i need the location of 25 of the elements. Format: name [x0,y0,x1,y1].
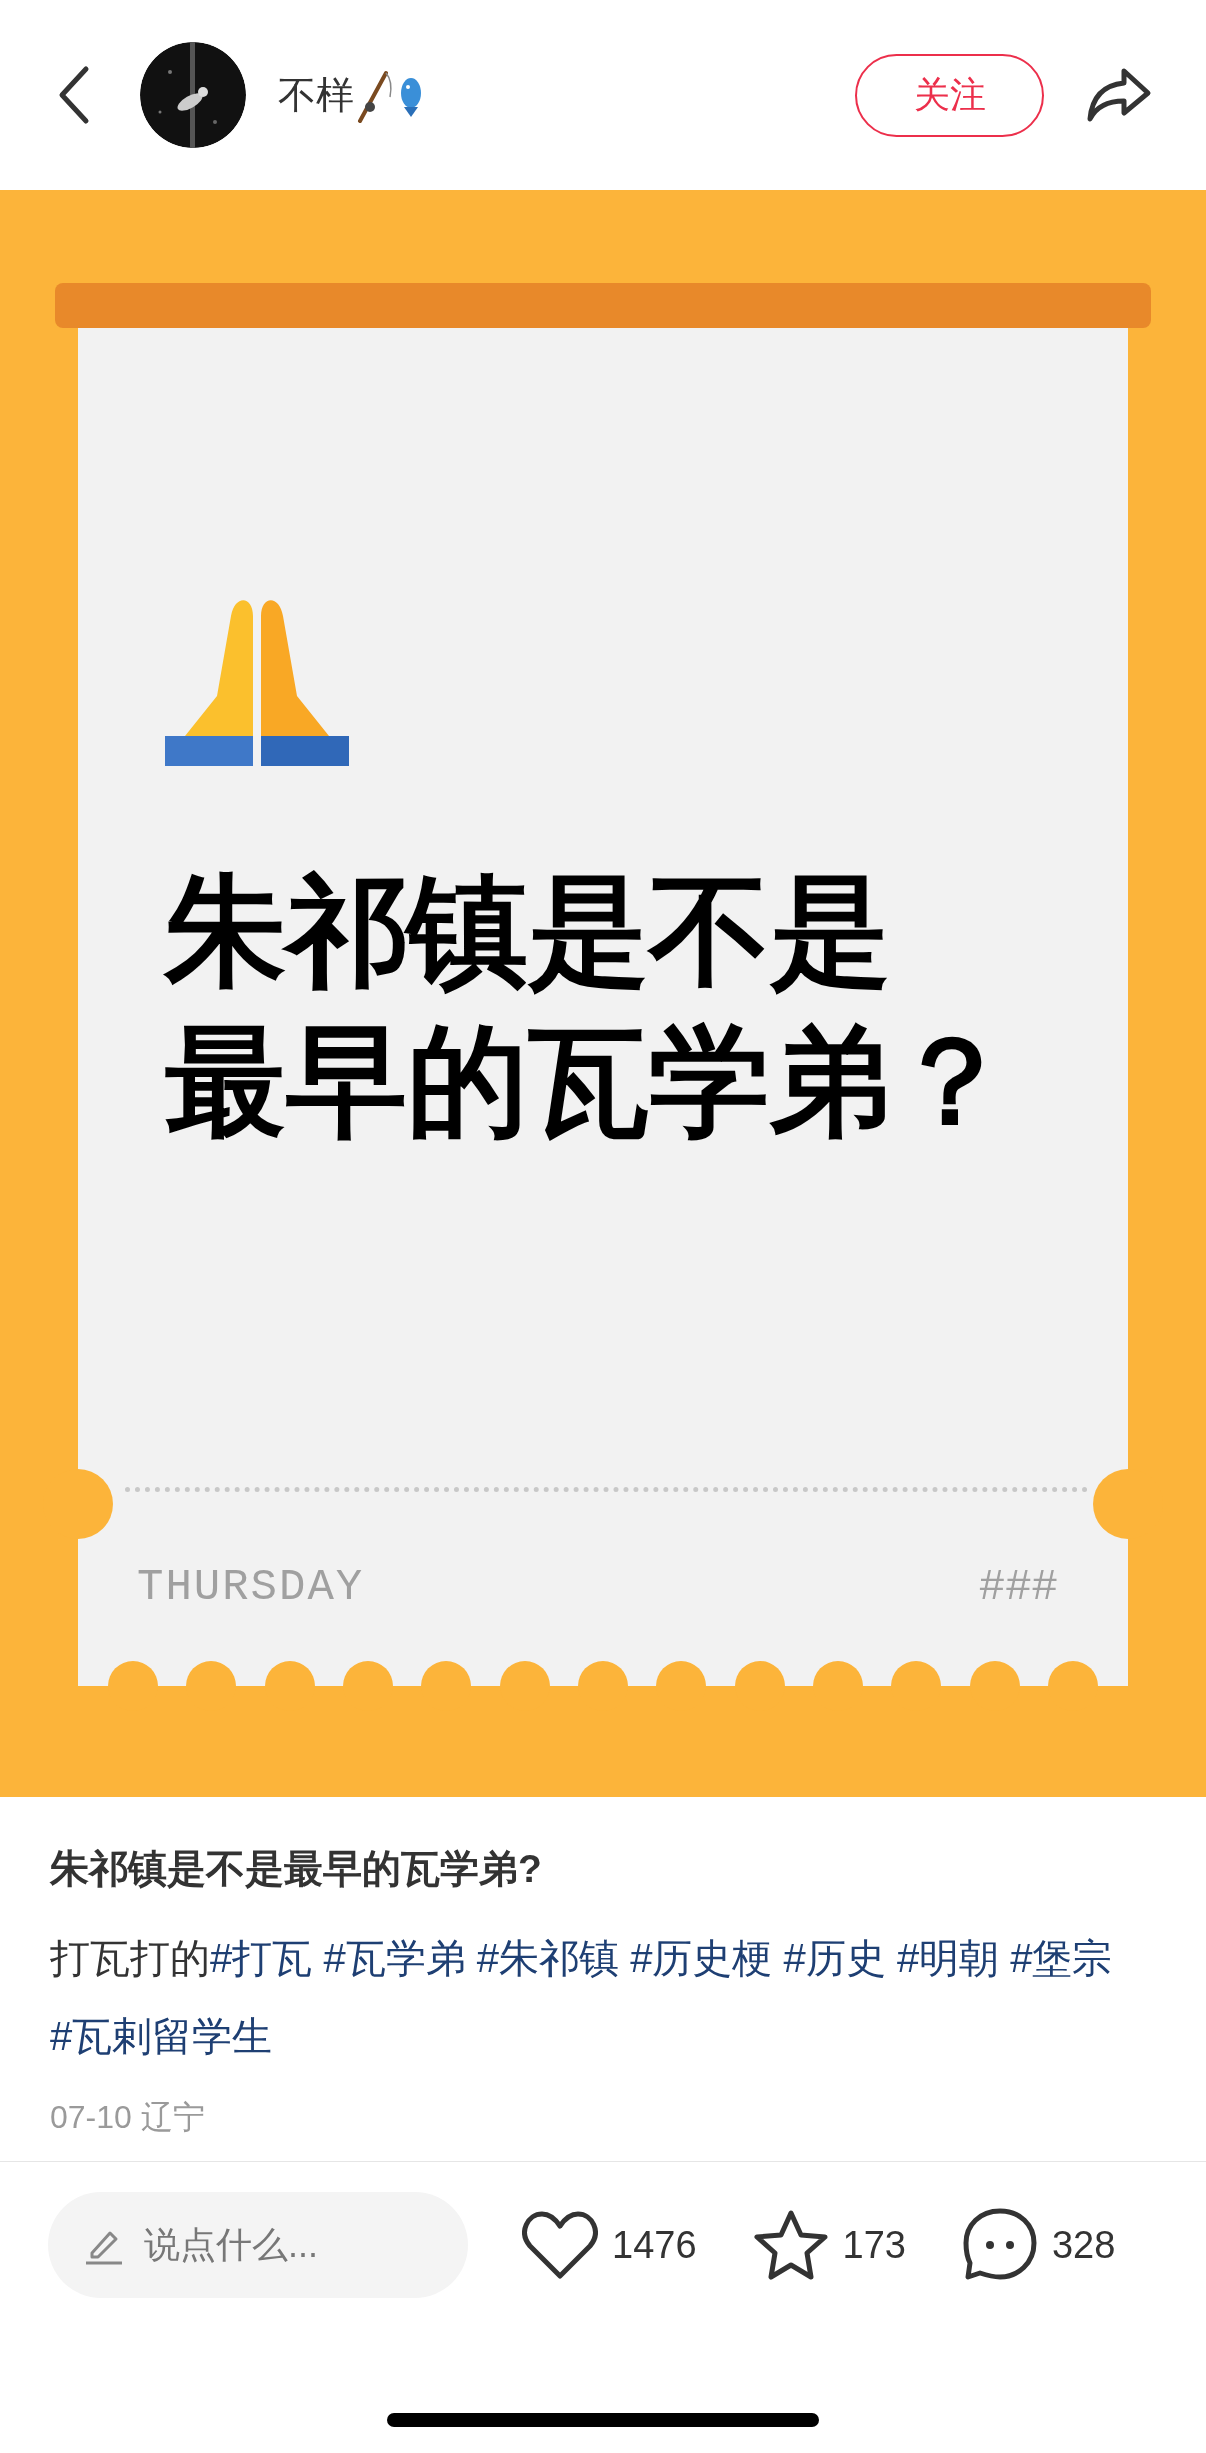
comment-button[interactable]: 328 [961,2207,1116,2283]
comment-placeholder: 说点什么... [144,2223,318,2267]
hashtag-link[interactable]: #瓦剌留学生 [50,2014,273,2058]
username[interactable]: 不样 [278,66,354,124]
hashtag-link[interactable]: #朱祁镇 [476,1936,619,1980]
weekday-label: THURSDAY [137,1561,365,1614]
hashtag-link[interactable]: #历史梗 [630,1936,773,1980]
post-description: 打瓦打的#打瓦 #瓦学弟 #朱祁镇 #历史梗 #历史 #明朝 #堡宗 #瓦剌留学生 [50,1935,1114,2060]
share-icon [1086,67,1152,123]
favorite-button[interactable]: 173 [752,2209,906,2281]
hashtag-link[interactable]: #堡宗 [1010,1936,1113,1980]
hash-marks: ### [978,1561,1058,1614]
headline: 朱祁镇是不是 最早的瓦学弟？ [165,862,1013,1151]
like-button[interactable]: 1476 [522,2210,697,2280]
follow-button[interactable]: 关注 [855,53,1044,137]
hashtag-link[interactable]: #打瓦 [210,1936,313,1980]
post-image[interactable]: 朱祁镇是不是 最早的瓦学弟？ THURSDAY ### [0,190,1206,1797]
post-title: 朱祁镇是不是最早的瓦学弟? [50,1846,543,1892]
comment-field[interactable]: 说点什么... [48,2192,468,2298]
post-meta: 07-10 辽宁 [50,2098,206,2137]
heart-icon [522,2210,598,2280]
hashtag-link[interactable]: #瓦学弟 [323,1936,466,1980]
hashtag-link[interactable]: #历史 [783,1936,886,1980]
star-icon [752,2209,829,2281]
hashtag-link[interactable]: #明朝 [896,1936,1000,1980]
